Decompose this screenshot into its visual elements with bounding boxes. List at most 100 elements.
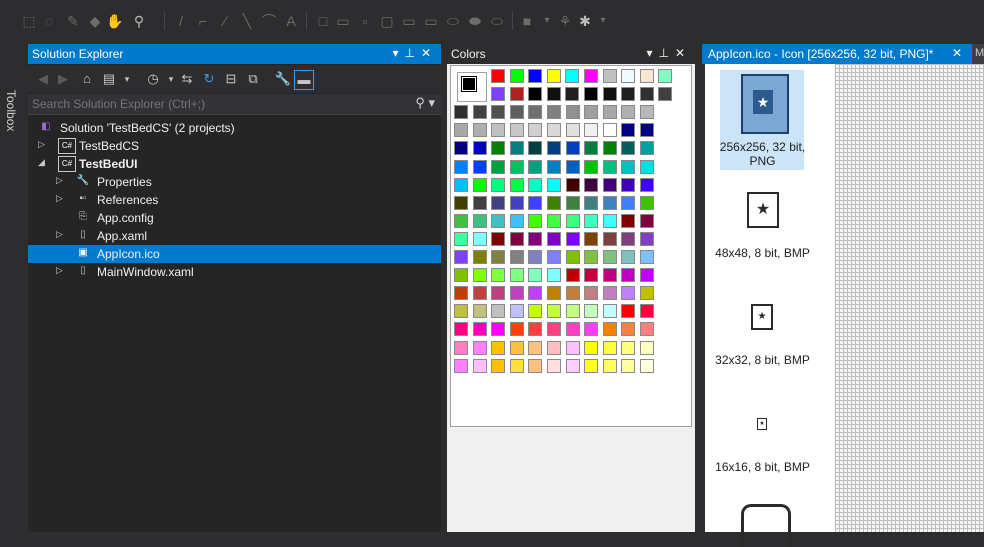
color-swatch[interactable] <box>621 231 636 246</box>
color-swatch[interactable] <box>491 358 506 373</box>
color-swatch[interactable] <box>658 87 673 102</box>
tree-item-references[interactable]: ▷ ▪▫ References <box>28 191 441 209</box>
color-swatch[interactable] <box>454 286 468 301</box>
color-swatch[interactable] <box>491 69 505 83</box>
color-swatch[interactable] <box>454 340 468 355</box>
color-swatch[interactable] <box>509 286 524 301</box>
color-swatch[interactable] <box>547 340 561 355</box>
sync-icon[interactable]: ⇆ <box>178 70 196 88</box>
color-swatch[interactable] <box>491 268 506 283</box>
color-swatch[interactable] <box>454 159 468 174</box>
color-swatch[interactable] <box>509 322 524 337</box>
color-swatch[interactable] <box>602 340 617 355</box>
color-swatch[interactable] <box>584 123 599 138</box>
icon-preview-32[interactable]: ★ <box>751 304 773 330</box>
color-swatch[interactable] <box>528 231 543 246</box>
color-swatch[interactable] <box>472 105 487 120</box>
color-swatch[interactable] <box>640 177 654 192</box>
close-tab-icon[interactable]: ✕ <box>952 46 962 60</box>
rectangle-icon[interactable]: □ <box>314 12 332 30</box>
color-swatch[interactable] <box>640 268 654 283</box>
color-swatch[interactable] <box>584 358 599 373</box>
color-swatch[interactable] <box>602 177 617 192</box>
color-swatch[interactable] <box>565 141 580 156</box>
color-swatch[interactable] <box>621 358 636 373</box>
icon-preview-48[interactable]: ★ <box>747 192 779 228</box>
document-tab-next[interactable]: M <box>972 44 984 64</box>
icon-preview-16[interactable]: ★ <box>757 418 767 430</box>
color-swatch[interactable] <box>640 250 654 264</box>
color-swatch[interactable] <box>565 286 580 301</box>
color-swatch[interactable] <box>565 177 580 192</box>
color-swatch[interactable] <box>565 87 580 102</box>
color-swatch[interactable] <box>602 231 617 246</box>
color-swatch[interactable] <box>602 141 617 156</box>
expand-arrow-icon[interactable]: ▷ <box>56 265 66 276</box>
color-swatch[interactable] <box>547 177 561 192</box>
color-swatch[interactable] <box>621 69 636 83</box>
color-swatch[interactable] <box>584 213 599 228</box>
color-swatch[interactable] <box>454 250 468 264</box>
color-swatch[interactable] <box>547 358 561 373</box>
collapse-all-icon[interactable]: ⊟ <box>222 70 240 88</box>
color-swatch[interactable] <box>547 322 561 337</box>
color-swatch[interactable] <box>547 250 561 264</box>
color-swatch[interactable] <box>658 69 673 83</box>
color-swatch[interactable] <box>472 322 487 337</box>
tree-item-appicon[interactable]: ▣ AppIcon.ico <box>28 245 441 263</box>
color-swatch[interactable] <box>621 322 636 337</box>
toolbox-strip[interactable]: Toolbox <box>0 44 24 532</box>
color-swatch[interactable] <box>602 322 617 337</box>
color-swatch[interactable] <box>621 268 636 283</box>
color-swatch[interactable] <box>528 304 543 319</box>
color-swatch[interactable] <box>491 286 506 301</box>
color-swatch[interactable] <box>472 159 487 174</box>
color-swatch[interactable] <box>491 87 505 102</box>
show-all-files-icon[interactable]: ⧉ <box>244 70 262 88</box>
color-swatch[interactable] <box>584 231 599 246</box>
color-swatch[interactable] <box>472 213 487 228</box>
color-swatch[interactable] <box>565 195 580 210</box>
tree-item-properties[interactable]: ▷ 🔧 Properties <box>28 173 441 191</box>
color-swatch[interactable] <box>602 69 617 83</box>
color-swatch[interactable] <box>454 322 468 337</box>
color-swatch[interactable] <box>640 304 654 319</box>
color-swatch[interactable] <box>472 177 487 192</box>
refresh-icon[interactable]: ↻ <box>200 70 218 88</box>
color-swatch[interactable] <box>528 358 543 373</box>
foreground-background-selector[interactable] <box>457 72 487 102</box>
color-swatch[interactable] <box>640 123 654 138</box>
close-icon[interactable]: ✕ <box>675 46 691 60</box>
color-swatch[interactable] <box>547 286 561 301</box>
color-swatch[interactable] <box>584 268 599 283</box>
color-swatch[interactable] <box>528 340 543 355</box>
home-icon[interactable]: ⌂ <box>78 70 96 88</box>
zoom-icon[interactable]: ⚲ <box>130 12 148 30</box>
collapse-arrow-icon[interactable]: ◢ <box>38 157 48 168</box>
color-swatch[interactable] <box>509 250 524 264</box>
color-swatch[interactable] <box>491 123 506 138</box>
icon-preview-next[interactable] <box>741 504 791 547</box>
color-swatch[interactable] <box>472 231 487 246</box>
color-swatch[interactable] <box>621 105 636 120</box>
color-swatch[interactable] <box>509 340 524 355</box>
color-swatch[interactable] <box>640 141 654 156</box>
color-swatch[interactable] <box>584 286 599 301</box>
rounded-rect-outline-icon[interactable]: ▭ <box>422 12 440 30</box>
close-icon[interactable]: ✕ <box>421 46 437 60</box>
color-swatch[interactable] <box>602 87 617 102</box>
color-swatch[interactable] <box>565 69 580 83</box>
color-swatch[interactable] <box>565 123 580 138</box>
color-swatch[interactable] <box>454 268 468 283</box>
color-swatch[interactable] <box>472 340 487 355</box>
color-swatch[interactable] <box>454 141 468 156</box>
color-swatch[interactable] <box>509 69 524 83</box>
text-icon[interactable]: A <box>282 12 300 30</box>
color-swatch[interactable] <box>621 177 636 192</box>
forward-icon[interactable]: ▶ <box>54 70 72 88</box>
color-swatch[interactable] <box>565 250 580 264</box>
expand-arrow-icon[interactable]: ▷ <box>56 193 66 204</box>
color-swatch[interactable] <box>584 177 599 192</box>
pin-icon[interactable]: ⊥ <box>404 46 420 60</box>
color-swatch[interactable] <box>528 177 543 192</box>
